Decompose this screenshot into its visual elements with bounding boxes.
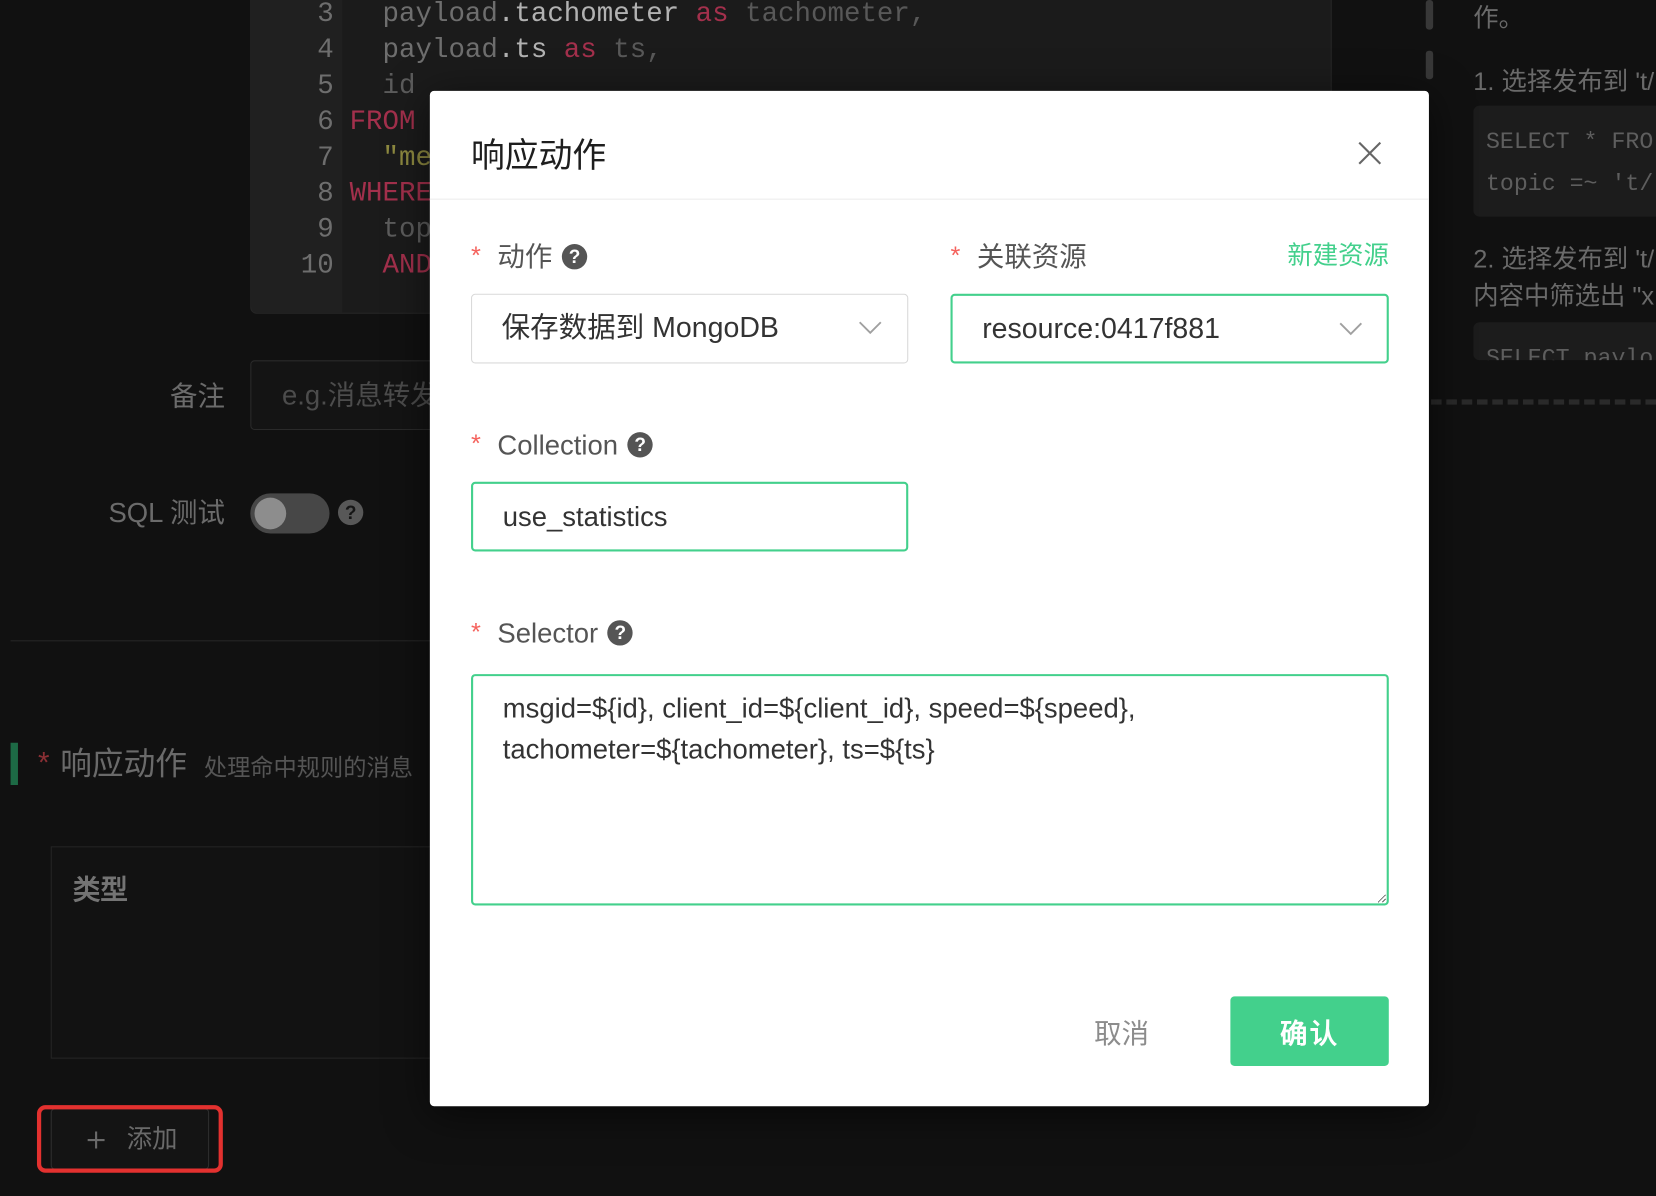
resource-select-value: resource:0417f881 <box>982 312 1221 345</box>
help-glyph: ? <box>568 246 581 268</box>
code-token: payload <box>349 0 498 30</box>
code-token: payload <box>349 33 498 66</box>
code-token: top <box>349 213 432 246</box>
modal-title: 响应动作 <box>471 136 607 175</box>
guide-panel[interactable]: 作。 1. 选择发布到 't/ SELECT * FRO topic =~ 't… <box>1473 0 1656 361</box>
code-token: tachometer, <box>745 0 927 30</box>
line-number: 4 <box>317 33 334 66</box>
code-text: "me <box>350 139 432 175</box>
scrollbar-thumb[interactable] <box>1425 50 1434 80</box>
action-select-value: 保存数据到 MongoDB <box>501 311 779 344</box>
guide-code-line: SELECT paylo <box>1485 345 1654 361</box>
new-resource-link[interactable]: 新建资源 <box>1287 236 1388 278</box>
guide-code-line: SELECT * FRO <box>1485 128 1654 156</box>
cancel-button[interactable]: 取消 <box>1053 996 1190 1066</box>
code-token: "me <box>349 141 432 174</box>
help-glyph: ? <box>634 434 646 456</box>
guide-text: 作。 <box>1473 4 1524 33</box>
chevron-down-icon <box>859 321 882 335</box>
guide-step-1: 1. 选择发布到 't/ <box>1473 67 1655 97</box>
chevron-down-icon <box>1339 322 1363 336</box>
action-select[interactable]: 保存数据到 MongoDB <box>471 293 909 364</box>
table-header-type: 类型 <box>72 873 128 906</box>
code-text: payload.tachometer as tachometer, <box>350 0 927 32</box>
scrollbar-thumb[interactable] <box>1425 0 1434 30</box>
line-number: 5 <box>317 69 334 102</box>
code-text: payload.ts as ts, <box>350 32 663 68</box>
code-token: id <box>349 69 416 102</box>
collection-label: * Collection ? <box>471 424 653 466</box>
help-glyph: ? <box>344 501 357 523</box>
resource-label: * 关联资源 <box>951 236 1087 278</box>
code-text: id <box>350 68 416 104</box>
resource-label-text: 关联资源 <box>976 240 1087 273</box>
code-token: WHERE <box>349 177 432 210</box>
line-number: 3 <box>317 0 334 30</box>
code-token: FROM <box>349 105 416 138</box>
app-screen: 3 payload.tachometer as tachometer, 4 pa… <box>0 0 1656 1196</box>
collection-label-text: Collection <box>497 428 619 461</box>
required-mark: * <box>471 241 481 271</box>
collection-input[interactable] <box>471 481 909 552</box>
sql-test-label: SQL 测试 <box>108 496 225 529</box>
code-text: AND <box>350 247 432 283</box>
required-mark: * <box>950 241 961 271</box>
question-circle-icon[interactable]: ? <box>607 620 634 646</box>
question-circle-icon[interactable]: ? <box>561 244 588 270</box>
required-mark: * <box>471 618 481 647</box>
question-circle-icon[interactable]: ? <box>337 499 364 526</box>
highlight-annotation-box <box>36 1105 223 1173</box>
line-number: 9 <box>317 213 334 246</box>
question-circle-icon[interactable]: ? <box>627 432 653 458</box>
section-accent-bar <box>10 742 18 786</box>
action-label-text: 动作 <box>497 240 553 273</box>
guide-step-2-cont: 内容中筛选出 "x <box>1473 282 1655 311</box>
line-number: 8 <box>317 177 334 210</box>
selector-label-text: Selector <box>497 617 599 649</box>
actions-section-subtitle: 处理命中规则的消息 <box>203 754 413 781</box>
response-action-modal: 响应动作 * 动作 ? 保存数据到 MongoDB * 关联资源 新建资源 re… <box>429 90 1429 1107</box>
code-token: as <box>679 0 746 30</box>
code-text: WHERE <box>350 175 432 211</box>
editor-line: 4 payload.ts as ts, <box>251 32 1330 68</box>
help-glyph: ? <box>614 622 627 644</box>
selector-label: * Selector ? <box>471 612 634 654</box>
guide-code-block: SELECT paylo <box>1473 322 1656 361</box>
resource-select[interactable]: resource:0417f881 <box>950 293 1389 364</box>
editor-line: 3 payload.tachometer as tachometer, <box>251 0 1330 32</box>
remark-label: 备注 <box>170 380 225 413</box>
actions-section-title: 响应动作 <box>60 746 187 782</box>
required-mark: * <box>38 745 50 779</box>
required-mark: * <box>471 430 481 459</box>
sql-test-toggle[interactable] <box>250 493 330 534</box>
toggle-knob <box>254 497 287 530</box>
close-button[interactable] <box>1351 134 1389 172</box>
guide-step-2: 2. 选择发布到 't/ <box>1473 245 1655 274</box>
action-label: * 动作 ? <box>471 236 588 278</box>
confirm-button[interactable]: 确认 <box>1230 996 1389 1067</box>
line-number: 6 <box>317 105 334 138</box>
code-text: FROM <box>350 104 416 140</box>
guide-code-line: topic =~ 't/ <box>1485 171 1654 198</box>
line-number: 10 <box>300 249 334 282</box>
close-icon <box>1358 141 1382 165</box>
code-token: .tachometer <box>497 0 680 30</box>
dashed-divider <box>1431 399 1656 405</box>
selector-textarea[interactable]: msgid=${id}, client_id=${client_id}, spe… <box>471 674 1389 906</box>
code-token: as <box>547 33 614 66</box>
code-text: top <box>350 211 432 247</box>
code-token: AND <box>349 249 432 282</box>
line-number: 7 <box>317 141 334 174</box>
code-token: .ts <box>497 33 548 66</box>
guide-code-block: SELECT * FRO topic =~ 't/ <box>1473 105 1656 217</box>
code-token: ts, <box>613 33 663 66</box>
modal-header: 响应动作 <box>429 91 1429 200</box>
